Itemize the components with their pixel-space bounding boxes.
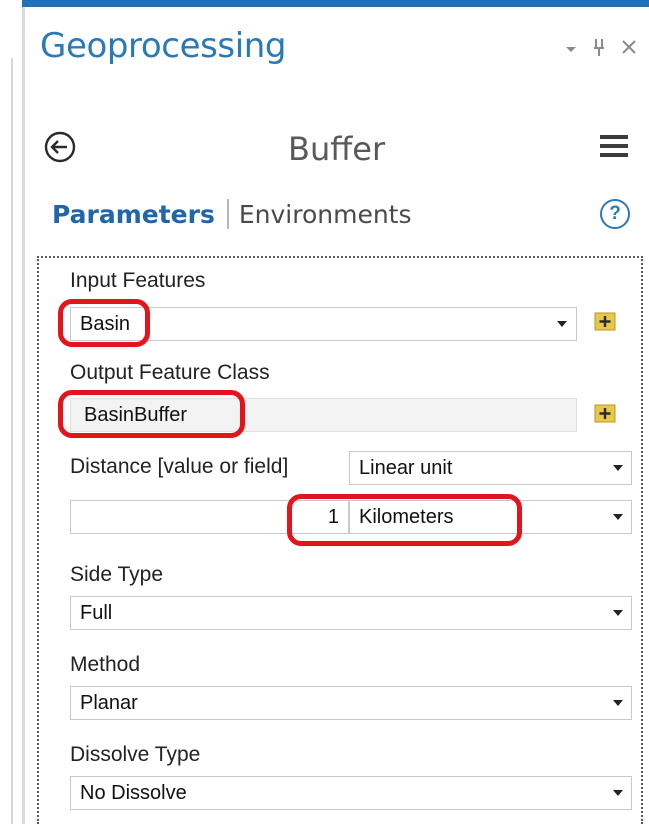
side-type-chevron-down-icon (613, 610, 623, 616)
pane-options-icon[interactable] (564, 36, 578, 63)
output-feature-class-label: Output Feature Class (70, 361, 270, 384)
distance-type-chevron-down-icon (613, 465, 623, 471)
input-features-highlight (58, 299, 150, 347)
distance-label: Distance [value or field] (70, 455, 289, 478)
input-features-label: Input Features (70, 269, 206, 292)
output-feature-class-highlight (58, 390, 245, 438)
tab-divider (226, 199, 229, 229)
tool-title: Buffer (288, 130, 386, 168)
browse-folder-icon[interactable] (592, 309, 618, 335)
side-type-label: Side Type (70, 563, 164, 586)
method-value: Planar (80, 692, 138, 714)
side-type-dropdown[interactable]: Full (70, 596, 632, 630)
left-edge-divider (11, 58, 13, 824)
back-circle-arrow-icon (44, 131, 76, 163)
tab-bar: Parameters Environments (52, 199, 412, 229)
dissolve-type-chevron-down-icon (613, 790, 623, 796)
hamburger-menu-icon[interactable] (600, 135, 628, 159)
input-features-chevron-down-icon (557, 321, 567, 327)
method-dropdown[interactable]: Planar (70, 686, 632, 720)
distance-highlight (287, 494, 522, 546)
left-edge-strip (0, 0, 18, 824)
dissolve-type-label: Dissolve Type (70, 743, 201, 766)
distance-type-dropdown[interactable]: Linear unit (349, 451, 632, 485)
method-label: Method (70, 653, 141, 676)
pin-icon[interactable] (592, 36, 606, 63)
pane-title: Geoprocessing (40, 26, 287, 66)
method-chevron-down-icon (613, 700, 623, 706)
tab-environments[interactable]: Environments (239, 200, 412, 229)
pane-controls (564, 36, 638, 63)
distance-unit-chevron-down-icon (613, 514, 623, 520)
help-icon[interactable]: ? (600, 199, 630, 229)
distance-type-value: Linear unit (359, 457, 453, 479)
dissolve-type-dropdown[interactable]: No Dissolve (70, 776, 632, 810)
pane-left-border (22, 0, 25, 824)
side-type-value: Full (80, 602, 113, 624)
dissolve-type-value: No Dissolve (80, 782, 187, 804)
browse-folder-icon[interactable] (592, 401, 618, 427)
close-icon[interactable] (620, 36, 638, 63)
pane-top-accent-bar (22, 0, 649, 7)
back-button[interactable] (43, 130, 77, 164)
tab-parameters[interactable]: Parameters (52, 200, 215, 229)
